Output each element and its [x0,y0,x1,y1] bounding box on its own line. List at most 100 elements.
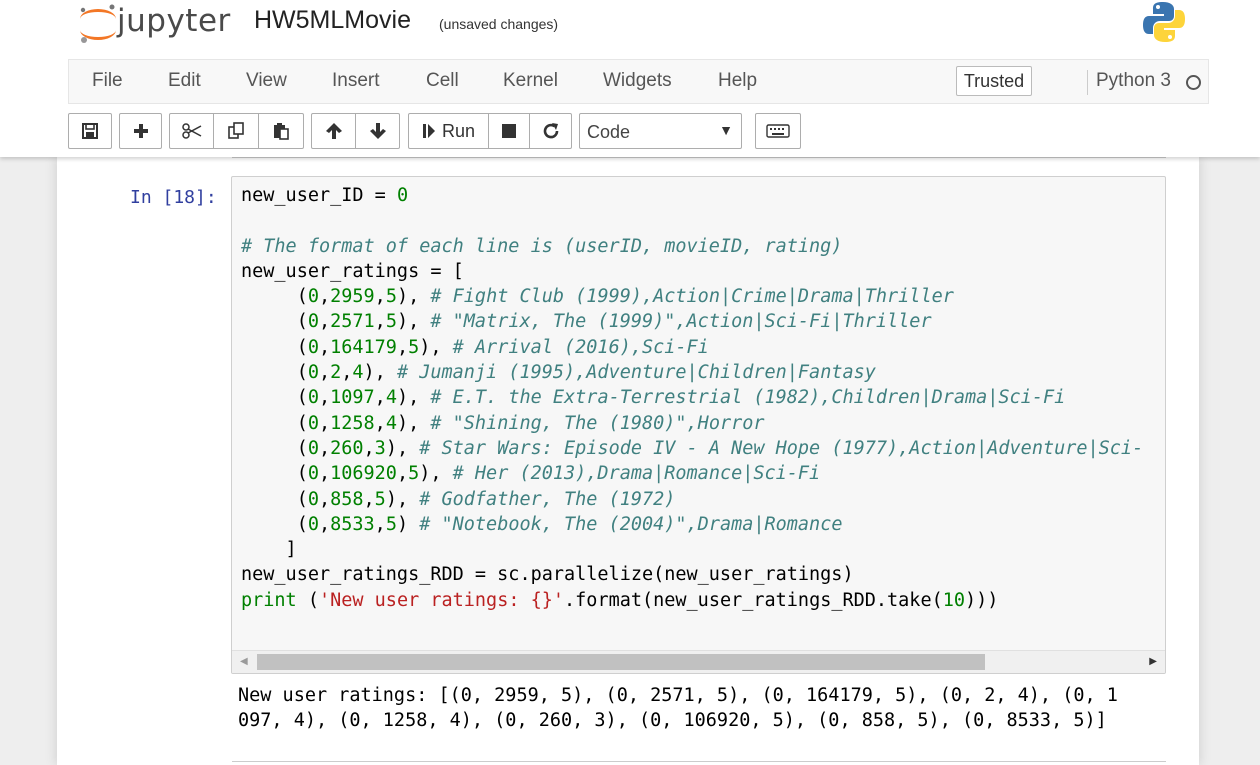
scrollbar-thumb[interactable] [257,654,985,670]
jupyter-logo-icon[interactable] [74,2,122,44]
move-down-button[interactable] [355,113,400,149]
code-line: (0,106920,5), # Her (2013),Drama|Romance… [241,461,1143,486]
code-token: , [318,463,331,485]
code-token: ( [241,412,308,434]
code-token: .format(new_user_ratings_RDD.take( [564,589,943,611]
code-token: 260 [330,437,364,459]
jupyter-logo-text[interactable]: jupyter [117,3,231,39]
cut-button[interactable] [169,113,214,149]
stop-icon [502,124,516,138]
code-token: 1258 [330,412,375,434]
code-token: 4 [352,362,364,384]
code-token: , [363,437,375,459]
save-status: (unsaved changes) [439,16,559,32]
code-token: # The format of each line is (userID, mo… [241,235,843,257]
code-line: (0,164179,5), # Arrival (2016),Sci-Fi [241,335,1143,360]
code-token: 858 [330,488,364,510]
scroll-left-icon[interactable]: ◀ [240,656,248,667]
kernel-name[interactable]: Python 3 [1096,70,1171,92]
horizontal-scrollbar[interactable]: ◀ ▶ [232,650,1165,673]
menubar-divider [1087,70,1088,95]
code-line: (0,2,4), # Jumanji (1995),Adventure|Chil… [241,360,1143,385]
code-line: new_user_ID = 0 [241,183,1143,208]
code-token: , [318,488,331,510]
code-token: 5 [385,311,397,333]
menu-help[interactable]: Help [718,70,757,92]
menu-kernel[interactable]: Kernel [503,70,558,92]
code-token: , [318,387,331,409]
code-token: new_user_ratings_RDD = sc.parallelize(ne… [241,564,854,586]
cell-type-select[interactable]: Code ▼ [579,113,742,149]
code-token: print [241,589,297,611]
cell-output: New user ratings: [(0, 2959, 5), (0, 257… [238,685,1118,732]
code-token: ( [241,362,308,384]
keyboard-icon [766,124,790,138]
next-cell-edge [232,761,1166,762]
restart-button[interactable] [529,113,572,149]
code-token: 3 [374,437,386,459]
menu-cell[interactable]: Cell [426,70,459,92]
input-prompt: In [18]: [130,187,217,208]
scroll-right-icon[interactable]: ▶ [1149,656,1157,667]
code-token: ), [396,387,431,409]
code-token: ( [241,463,308,485]
menu-insert[interactable]: Insert [332,70,380,92]
code-token: ), [396,412,431,434]
code-token: , [374,412,386,434]
run-icon [422,124,435,138]
save-icon [82,123,98,139]
code-token: 0 [307,437,319,459]
code-line: (0,8533,5) # "Notebook, The (2004)",Dram… [241,512,1143,537]
code-token: 0 [307,463,319,485]
command-palette-button[interactable] [755,113,801,149]
code-editor[interactable]: new_user_ID = 0 # The format of each lin… [241,183,1143,613]
copy-button[interactable] [213,113,259,149]
code-line: new_user_ratings_RDD = sc.parallelize(ne… [241,562,1143,587]
code-token: , [374,311,386,333]
menu-widgets[interactable]: Widgets [603,70,672,92]
move-up-button[interactable] [311,113,356,149]
code-token: # Fight Club (1999),Action|Crime|Drama|T… [430,286,954,308]
code-line: new_user_ratings = [ [241,259,1143,284]
code-token: , [318,412,331,434]
code-token: 2 [330,362,342,384]
trusted-indicator[interactable]: Trusted [956,66,1032,96]
menu-view[interactable]: View [246,70,287,92]
code-token: 5 [408,463,420,485]
code-token: # "Matrix, The (1999)",Action|Sci-Fi|Thr… [430,311,932,333]
cell-type-value: Code [587,122,631,142]
code-token: 8533 [330,513,375,535]
arrow-down-icon [369,123,386,139]
notebook-container: In [18]: new_user_ID = 0 # The format of… [57,157,1199,765]
code-token: ), [419,463,453,485]
code-token: ), [385,488,420,510]
code-token: ), [396,286,431,308]
notebook-name[interactable]: HW5MLMovie [254,6,411,35]
run-button[interactable]: Run [408,113,489,149]
interrupt-button[interactable] [488,113,530,149]
code-token: # "Shining, The (1980)",Horror [430,412,765,434]
code-token: # Her (2013),Drama|Romance|Sci-Fi [452,463,821,485]
code-line: (0,2571,5), # "Matrix, The (1999)",Actio… [241,309,1143,334]
code-token: , [396,463,409,485]
code-token: , [374,286,386,308]
code-token: ( [241,488,308,510]
code-token: , [318,336,331,358]
code-token: 4 [385,387,397,409]
paste-button[interactable] [258,113,304,149]
code-token: 0 [307,362,319,384]
menu-file[interactable]: File [92,70,123,92]
code-cell-input[interactable]: new_user_ID = 0 # The format of each lin… [231,176,1166,674]
insert-cell-button[interactable] [119,113,162,149]
code-token: 164179 [330,336,397,358]
kernel-idle-icon [1186,75,1201,90]
code-token: , [318,311,331,333]
code-token: # "Notebook, The (2004)",Drama|Romance [419,513,843,535]
code-token: ), [396,311,431,333]
code-token: # Arrival (2016),Sci-Fi [452,336,709,358]
code-token: , [318,437,331,459]
save-button[interactable] [68,113,112,149]
menu-edit[interactable]: Edit [168,70,201,92]
code-token: 0 [307,311,319,333]
code-token: 1097 [330,387,375,409]
